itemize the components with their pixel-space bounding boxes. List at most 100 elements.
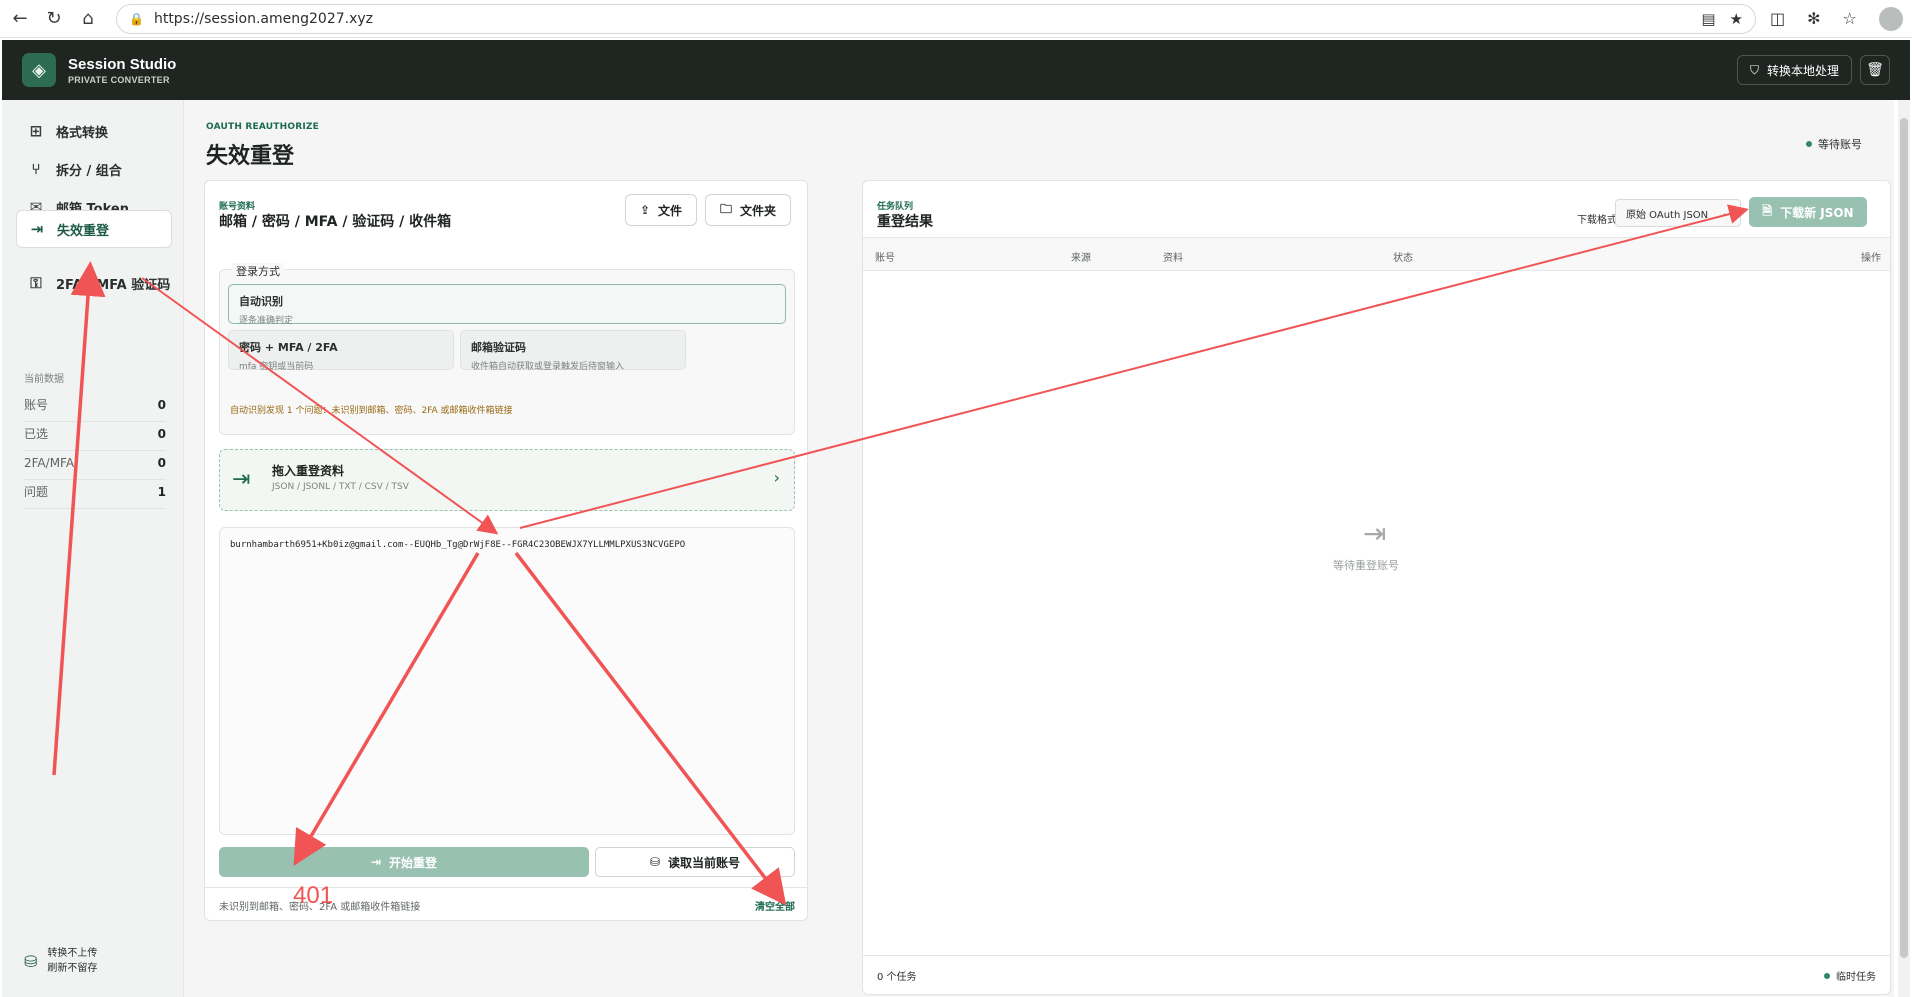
- login-arrow-icon: ⇥: [232, 467, 251, 492]
- brand-subtitle: PRIVATE CONVERTER: [68, 74, 170, 85]
- site-info-icon[interactable]: 🔒: [129, 12, 144, 26]
- favorites-icon[interactable]: ☆: [1843, 9, 1857, 28]
- login-method-legend: 登录方式: [232, 263, 284, 279]
- stat-label: 2FA/MFA: [24, 455, 75, 470]
- local-processing-label: 转换本地处理: [1766, 63, 1839, 78]
- sidebar-item-label: 2FA / MFA 验证码: [56, 277, 171, 293]
- drop-formats: JSON / JSONL / TXT / CSV / TSV: [272, 482, 409, 492]
- task-count: 0 个任务: [877, 972, 917, 983]
- table-header: 账号 来源 资料 状态 操作: [863, 237, 1890, 271]
- drop-title: 拖入重登资料: [272, 464, 345, 478]
- home-icon[interactable]: ⌂: [74, 5, 102, 33]
- mode-desc: 收件箱自动获取或登录触发后待窗输入: [471, 362, 625, 372]
- temp-task-status: 临时任务: [1824, 968, 1876, 983]
- login-arrow-icon: ⇥: [1363, 517, 1387, 550]
- sidebar-item-2fa[interactable]: ⚿ 2FA / MFA 验证码: [16, 264, 172, 302]
- favorite-star-icon[interactable]: ★: [1730, 10, 1743, 28]
- stat-label: 已选: [24, 427, 49, 441]
- trash-icon[interactable]: 🗑: [1860, 55, 1890, 85]
- column-header: 来源: [1071, 253, 1091, 264]
- reader-mode-icon[interactable]: ▤: [1701, 10, 1715, 28]
- stat-value: 0: [157, 397, 166, 412]
- mode-desc: 逐条准确判定: [239, 316, 294, 326]
- panel-title: 重登结果: [877, 214, 933, 230]
- reload-icon[interactable]: ↻: [40, 5, 68, 33]
- file-upload-button[interactable]: ⇪ 文件: [625, 194, 697, 226]
- sidebar-item-label: 格式转换: [56, 125, 109, 141]
- format-label: 下载格式: [1577, 215, 1617, 226]
- mode-title: 密码 + MFA / 2FA: [239, 341, 338, 354]
- url-text: https://session.ameng2027.xyz: [153, 10, 373, 27]
- mode-desc: mfa 密钥或当前码: [239, 362, 314, 372]
- sidebar: ⊞ 格式转换 ⑂ 拆分 / 组合 ✉ 邮箱 Token ⇥ 失效重登 ⚿ 2FA…: [2, 100, 184, 997]
- address-bar[interactable]: 🔒 https://session.ameng2027.xyz ▤ ★: [116, 3, 1756, 34]
- database-icon: ⛁: [649, 855, 661, 869]
- temp-task-label: 临时任务: [1836, 972, 1876, 983]
- format-value: 原始 OAuth JSON: [1626, 209, 1709, 221]
- profile-avatar[interactable]: [1878, 6, 1903, 31]
- split-icon: ⑂: [31, 160, 41, 178]
- login-method-group: 登录方式 自动识别 逐条准确判定 密码 + MFA / 2FA mfa 密钥或当…: [219, 263, 795, 435]
- format-select[interactable]: 原始 OAuth JSON ⌄: [1615, 199, 1741, 227]
- sidebar-item-split-combine[interactable]: ⑂ 拆分 / 组合: [16, 150, 172, 188]
- read-button-label: 读取当前账号: [668, 855, 741, 870]
- detect-warning: 自动识别发现 1 个问题：未识别到邮箱、密码、2FA 或邮箱收件箱链接: [230, 406, 513, 416]
- back-icon[interactable]: ←: [6, 5, 34, 33]
- main-content: OAUTH REAUTHORIZE 失效重登 等待账号 账号资料 邮箱 / 密码…: [184, 100, 1894, 997]
- panel-title: 邮箱 / 密码 / MFA / 验证码 / 收件箱: [219, 214, 452, 230]
- mode-password-mfa[interactable]: 密码 + MFA / 2FA mfa 密钥或当前码: [228, 330, 454, 372]
- drop-zone[interactable]: ⇥ 拖入重登资料 JSON / JSONL / TXT / CSV / TSV …: [219, 449, 795, 511]
- stat-label: 账号: [24, 398, 49, 412]
- stat-value: 0: [157, 426, 166, 441]
- split-screen-icon[interactable]: ◫: [1770, 9, 1785, 28]
- upload-icon: ⇪: [639, 203, 651, 217]
- start-button-label: 开始重登: [389, 855, 438, 870]
- sidebar-item-format-convert[interactable]: ⊞ 格式转换: [16, 112, 172, 150]
- app-header: ◈ Session Studio PRIVATE CONVERTER ⛉ 转换本…: [2, 40, 1910, 100]
- read-current-account-button[interactable]: ⛁ 读取当前账号: [595, 847, 795, 877]
- task-queue-panel: 任务队列 重登结果 下载格式 原始 OAuth JSON ⌄ 🗎 下载新 JSO…: [862, 180, 1891, 995]
- column-header: 账号: [875, 253, 895, 264]
- download-button-label: 下载新 JSON: [1780, 205, 1854, 220]
- empty-state-text: 等待重登账号: [1333, 559, 1399, 572]
- privacy-line-2: 刷新不留存: [47, 963, 98, 974]
- start-reauth-button[interactable]: ⇥ 开始重登: [219, 847, 589, 877]
- scroll-thumb[interactable]: [1900, 118, 1908, 958]
- clear-all-button[interactable]: 清空全部: [755, 898, 795, 913]
- stat-issues: 问题 1: [24, 475, 166, 509]
- right-panel-footer: 0 个任务 临时任务: [863, 955, 1890, 995]
- layers-logo-icon: ◈: [22, 53, 56, 87]
- wait-status-label: 等待账号: [1818, 138, 1862, 151]
- chevron-right-icon: ›: [773, 468, 780, 487]
- annotation-label: 401: [293, 882, 334, 909]
- stat-value: 1: [157, 484, 166, 499]
- mode-email-code[interactable]: 邮箱验证码 收件箱自动获取或登录触发后待窗输入: [460, 330, 686, 372]
- status-dot: [1806, 141, 1812, 147]
- privacy-note: ⛁ 转换不上传 刷新不留存: [24, 946, 97, 976]
- privacy-line-1: 转换不上传: [47, 948, 98, 959]
- stat-value: 0: [157, 455, 166, 470]
- account-textarea[interactable]: burnhambarth6951+Kb0iz@gmail.com--EUQHb_…: [219, 527, 795, 835]
- folder-upload-button[interactable]: 🗀 文件夹: [705, 194, 791, 226]
- database-icon: ⛁: [24, 951, 38, 971]
- mode-auto-detect[interactable]: 自动识别 逐条准确判定: [228, 284, 786, 326]
- column-header: 资料: [1163, 253, 1183, 264]
- page-scrollbar[interactable]: [1898, 100, 1910, 997]
- local-processing-button[interactable]: ⛉ 转换本地处理: [1736, 55, 1852, 85]
- download-json-button[interactable]: 🗎 下载新 JSON: [1749, 197, 1867, 227]
- extensions-icon[interactable]: ✻: [1807, 9, 1820, 28]
- browser-toolbar: ← ↻ ⌂ 🔒 https://session.ameng2027.xyz ▤ …: [0, 0, 1912, 38]
- chevron-down-icon: ⌄: [1721, 207, 1730, 219]
- login-arrow-icon: ⇥: [370, 855, 382, 869]
- column-header: 操作: [1861, 253, 1881, 264]
- stat-label: 问题: [24, 485, 49, 499]
- grid-convert-icon: ⊞: [29, 122, 43, 140]
- brand-name: Session Studio: [68, 55, 177, 73]
- column-header: 状态: [1393, 253, 1413, 264]
- page-eyebrow: OAUTH REAUTHORIZE: [206, 122, 319, 132]
- account-data-panel: 账号资料 邮箱 / 密码 / MFA / 验证码 / 收件箱 ⇪ 文件 🗀 文件…: [204, 180, 809, 921]
- key-icon: ⚿: [30, 274, 42, 292]
- sidebar-item-reauth[interactable]: ⇥ 失效重登: [16, 210, 172, 248]
- page-title: 失效重登: [206, 144, 295, 169]
- folder-icon: 🗀: [719, 201, 732, 216]
